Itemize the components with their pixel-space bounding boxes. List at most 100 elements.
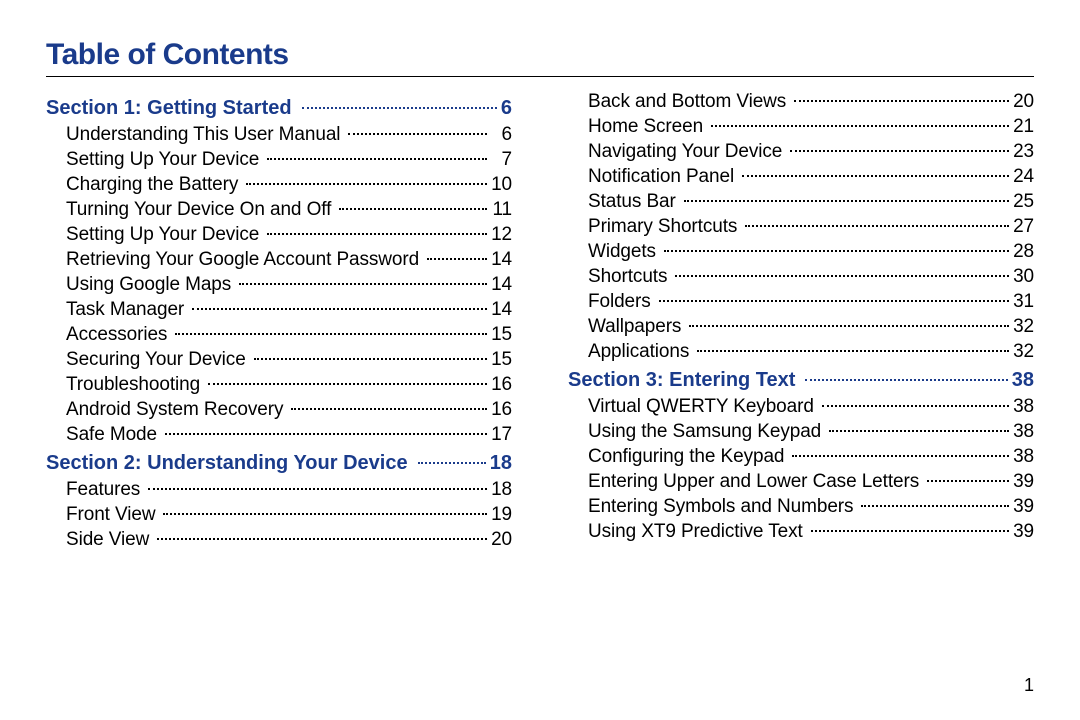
leader-dots [689,325,1009,327]
leader-dots [348,133,486,135]
toc-label: Section 3: Entering Text [568,369,795,392]
toc-page: 16 [491,374,512,396]
toc-entry[interactable]: Task Manager14 [66,299,512,321]
toc-entry[interactable]: Home Screen 21 [588,116,1034,138]
leader-dots [829,430,1009,432]
leader-dots [711,125,1009,127]
toc-label: Section 1: Getting Started [46,97,292,120]
toc-entry[interactable]: Side View20 [66,529,512,551]
toc-page: 10 [491,174,512,196]
leader-dots [861,505,1008,507]
toc-page: 11 [491,199,512,221]
toc-entry[interactable]: Features18 [66,479,512,501]
toc-section[interactable]: Section 3: Entering Text38 [568,369,1034,392]
leader-dots [239,283,487,285]
toc-label: Understanding This User Manual [66,124,340,146]
toc-entry[interactable]: Setting Up Your Device 12 [66,224,512,246]
toc-entry[interactable]: Notification Panel24 [588,166,1034,188]
toc-entry[interactable]: Entering Symbols and Numbers39 [588,496,1034,518]
toc-entry[interactable]: Virtual QWERTY Keyboard38 [588,396,1034,418]
toc-entry[interactable]: Charging the Battery10 [66,174,512,196]
toc-entry[interactable]: Shortcuts30 [588,266,1034,288]
toc-label: Navigating Your Device [588,141,782,163]
page-title: Table of Contents [46,38,1034,72]
toc-label: Setting Up Your Device [66,224,259,246]
toc-page: 38 [1013,446,1034,468]
toc-page: 17 [491,424,512,446]
toc-entry[interactable]: Using XT9 Predictive Text39 [588,521,1034,543]
toc-label: Section 2: Understanding Your Device [46,452,408,475]
toc-entry[interactable]: Primary Shortcuts27 [588,216,1034,238]
toc-page: 19 [491,504,512,526]
toc-page: 12 [491,224,512,246]
leader-dots [192,308,487,310]
leader-dots [792,455,1008,457]
leader-dots [148,488,487,490]
toc-page: 20 [491,529,512,551]
toc-page: 18 [490,452,512,475]
toc-label: Front View [66,504,155,526]
toc-entry[interactable]: Back and Bottom Views20 [588,91,1034,113]
toc-label: Widgets [588,241,656,263]
toc-page: 39 [1013,471,1034,493]
toc-label: Folders [588,291,651,313]
toc-label: Primary Shortcuts [588,216,737,238]
leader-dots [675,275,1009,277]
toc-entry[interactable]: Front View 19 [66,504,512,526]
toc-entry[interactable]: Securing Your Device15 [66,349,512,371]
toc-page: 21 [1013,116,1034,138]
toc-entry[interactable]: Accessories 15 [66,324,512,346]
toc-entry[interactable]: Status Bar25 [588,191,1034,213]
leader-dots [254,358,487,360]
toc-entry[interactable]: Applications32 [588,341,1034,363]
footer-page-number: 1 [1024,675,1034,696]
toc-entry[interactable]: Troubleshooting16 [66,374,512,396]
toc-label: Android System Recovery [66,399,283,421]
toc-page: 31 [1013,291,1034,313]
toc-entry[interactable]: Navigating Your Device23 [588,141,1034,163]
leader-dots [157,538,487,540]
toc-entry[interactable]: Android System Recovery16 [66,399,512,421]
toc-page: 15 [491,324,512,346]
leader-dots [165,433,487,435]
toc-page: 32 [1013,316,1034,338]
toc-page: 24 [1013,166,1034,188]
leader-dots [745,225,1009,227]
toc-entry[interactable]: Entering Upper and Lower Case Letters 39 [588,471,1034,493]
toc-entry[interactable]: Setting Up Your Device7 [66,149,512,171]
toc-label: Home Screen [588,116,703,138]
toc-page: 39 [1013,521,1034,543]
toc-entry[interactable]: Understanding This User Manual6 [66,124,512,146]
toc-section[interactable]: Section 1: Getting Started6 [46,97,512,120]
toc-label: Features [66,479,140,501]
toc-entry[interactable]: Turning Your Device On and Off11 [66,199,512,221]
leader-dots [163,513,486,515]
toc-columns: Section 1: Getting Started6 Understanding… [46,91,1034,551]
leader-dots [339,208,487,210]
leader-dots [684,200,1009,202]
toc-label: Accessories [66,324,167,346]
toc-label: Configuring the Keypad [588,446,784,468]
toc-entry[interactable]: Folders 31 [588,291,1034,313]
toc-label: Shortcuts [588,266,667,288]
toc-entry[interactable]: Wallpapers 32 [588,316,1034,338]
leader-dots [267,233,487,235]
leader-dots [742,175,1009,177]
toc-label: Wallpapers [588,316,681,338]
toc-entry[interactable]: Using the Samsung Keypad38 [588,421,1034,443]
toc-page: 39 [1013,496,1034,518]
toc-page: 28 [1013,241,1034,263]
toc-entry[interactable]: Widgets 28 [588,241,1034,263]
toc-entry[interactable]: Retrieving Your Google Account Password1… [66,249,512,271]
toc-page: 15 [491,349,512,371]
title-divider [46,76,1034,77]
leader-dots [659,300,1009,302]
toc-section[interactable]: Section 2: Understanding Your Device 18 [46,452,512,475]
toc-label: Entering Upper and Lower Case Letters [588,471,919,493]
toc-page: 14 [491,299,512,321]
toc-entry[interactable]: Configuring the Keypad 38 [588,446,1034,468]
toc-entry[interactable]: Using Google Maps14 [66,274,512,296]
leader-dots [664,250,1009,252]
toc-entry[interactable]: Safe Mode17 [66,424,512,446]
toc-label: Using Google Maps [66,274,231,296]
